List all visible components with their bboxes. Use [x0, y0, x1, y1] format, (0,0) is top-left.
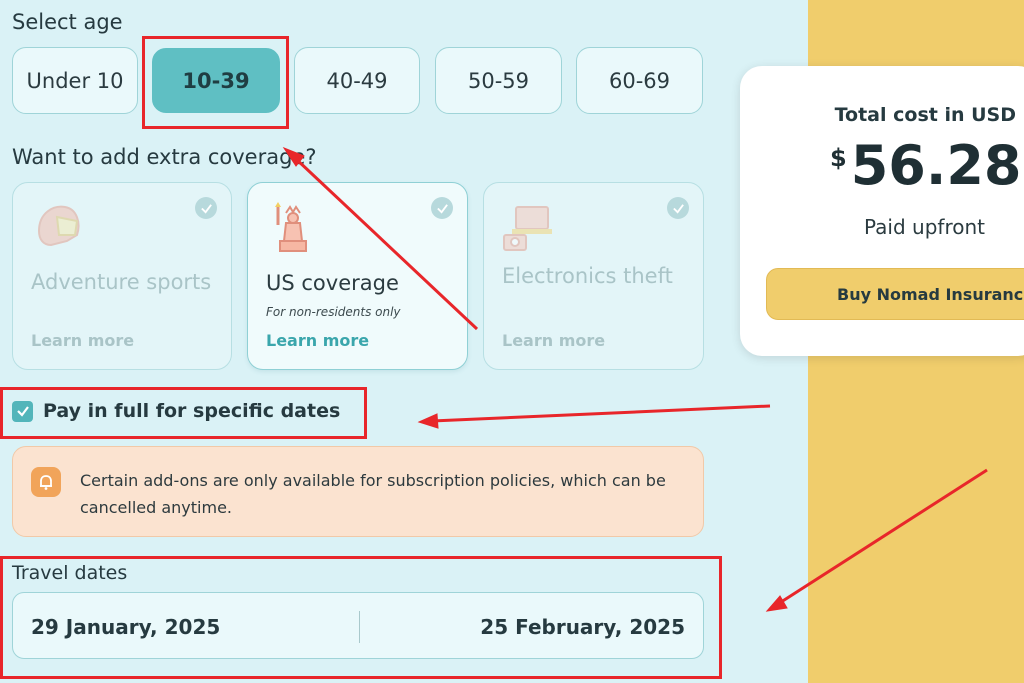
- electronics-icon: [503, 206, 552, 251]
- age-option-60-69[interactable]: 60-69: [576, 47, 703, 114]
- learn-more-link[interactable]: Learn more: [31, 331, 134, 350]
- coverage-title: US coverage: [266, 271, 399, 295]
- statue-of-liberty-icon: [275, 202, 307, 252]
- total-cost: $ 56.28: [830, 134, 1022, 197]
- cost-amount: 56.28: [850, 134, 1022, 197]
- select-age-heading: Select age: [12, 10, 123, 34]
- extra-coverage-heading: Want to add extra coverage?: [12, 145, 317, 169]
- cost-summary-card: Total cost in USD $ 56.28 Paid upfront B…: [740, 66, 1024, 356]
- check-icon: [431, 197, 453, 219]
- learn-more-link[interactable]: Learn more: [502, 331, 605, 350]
- age-option-50-59[interactable]: 50-59: [435, 47, 562, 114]
- check-icon: [667, 197, 689, 219]
- helmet-icon: [37, 205, 80, 247]
- check-icon: [195, 197, 217, 219]
- age-option-under-10[interactable]: Under 10: [12, 47, 138, 114]
- coverage-card-us-coverage[interactable]: US coverage For non-residents only Learn…: [247, 182, 468, 370]
- payment-note: Paid upfront: [864, 215, 985, 239]
- total-cost-label: Total cost in USD: [834, 104, 1016, 126]
- coverage-title: Electronics theft: [502, 264, 673, 288]
- annotation-box-age: [142, 36, 289, 129]
- notice-text: Certain add-ons are only available for s…: [80, 471, 666, 517]
- coverage-subtitle: For non-residents only: [266, 305, 401, 319]
- coverage-card-electronics-theft[interactable]: Electronics theft Learn more: [483, 182, 704, 370]
- buy-nomad-insurance-button[interactable]: Buy Nomad Insurance: [766, 268, 1024, 320]
- annotation-box-travel-dates: [0, 556, 722, 679]
- annotation-box-pay-in-full: [0, 387, 367, 439]
- coverage-title: Adventure sports: [31, 270, 212, 294]
- age-option-40-49[interactable]: 40-49: [294, 47, 420, 114]
- learn-more-link[interactable]: Learn more: [266, 331, 369, 350]
- bell-icon: [31, 467, 61, 497]
- coverage-card-adventure-sports[interactable]: Adventure sports Learn more: [12, 182, 232, 370]
- currency-symbol: $: [830, 144, 847, 172]
- subscription-notice: Certain add-ons are only available for s…: [12, 446, 704, 537]
